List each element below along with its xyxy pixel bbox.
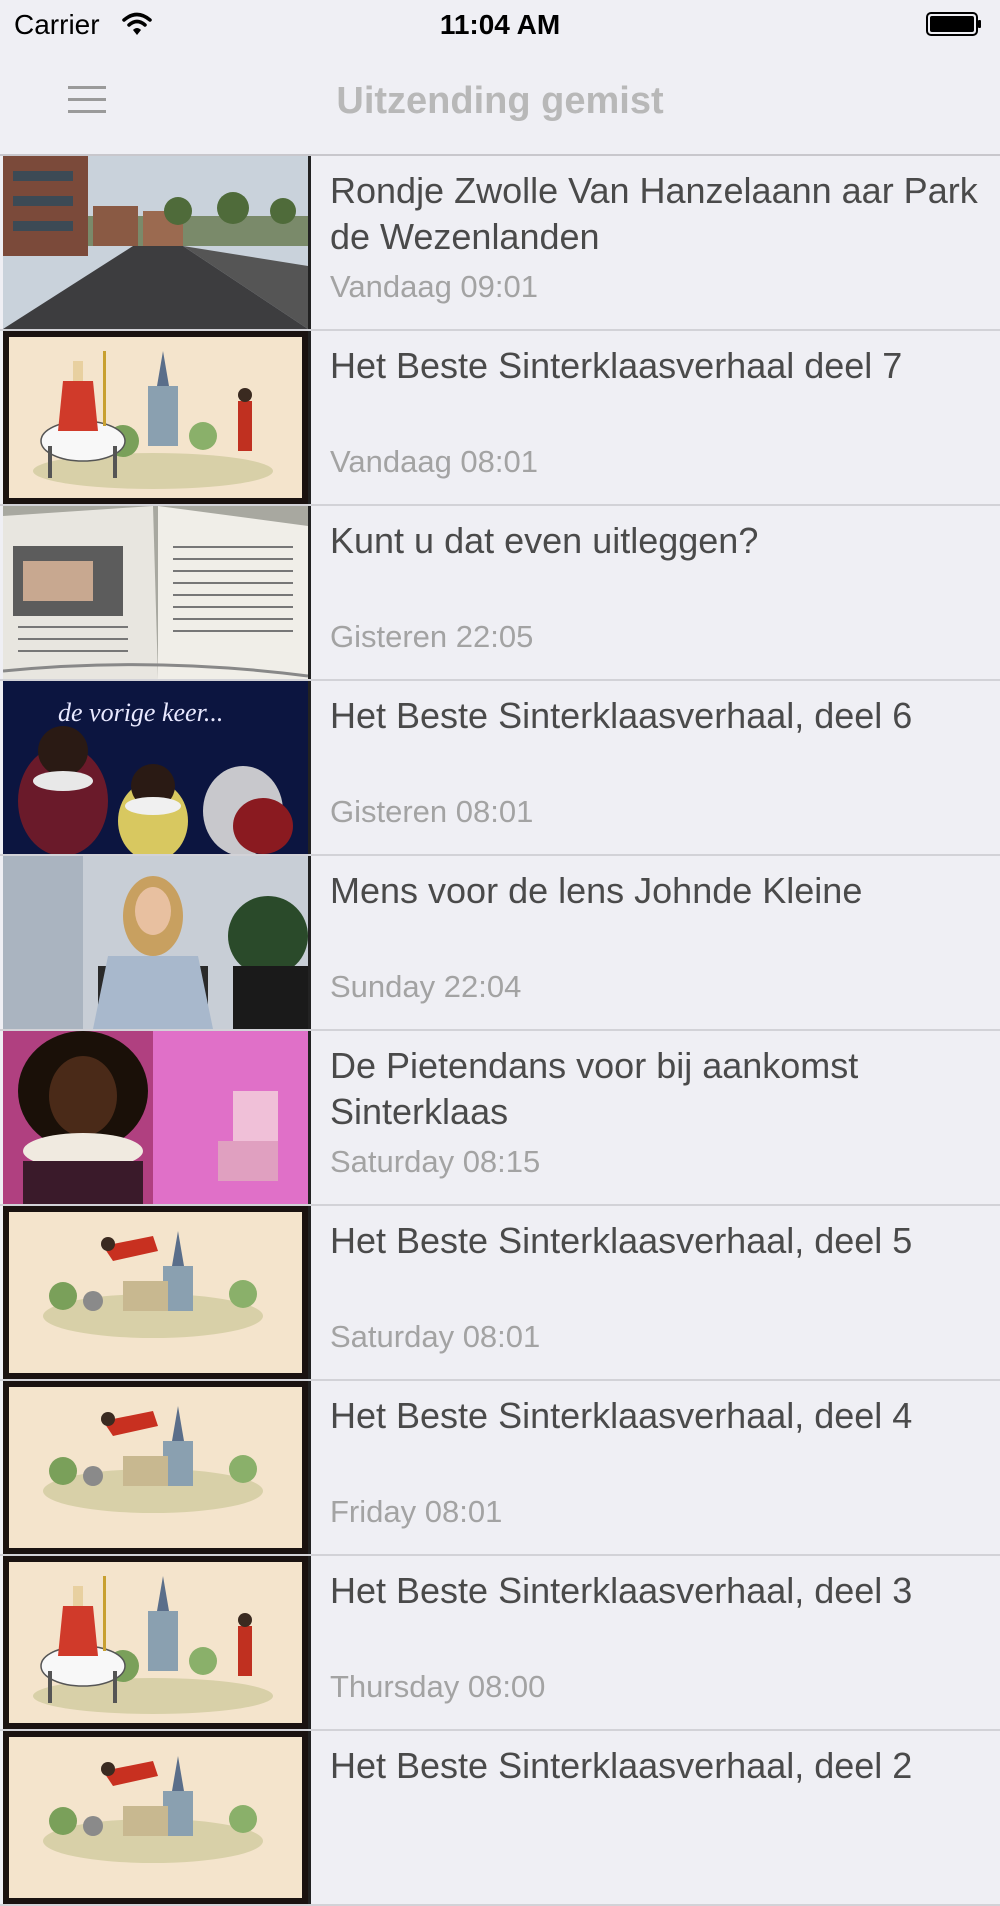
list-item[interactable]: Mens voor de lens Johnde Kleine Sunday 22… bbox=[0, 856, 1000, 1031]
list-item[interactable]: de vorige keer... Het Beste Sinterklaasv… bbox=[0, 681, 1000, 856]
thumbnail-image[interactable] bbox=[3, 1381, 311, 1554]
list-item[interactable]: De Pietendans voor bij aankomst Sinterkl… bbox=[0, 1031, 1000, 1206]
item-title: Het Beste Sinterklaasverhaal, deel 3 bbox=[330, 1570, 913, 1611]
item-title: Het Beste Sinterklaasverhaal, deel 2 bbox=[330, 1745, 913, 1786]
thumbnail-image[interactable] bbox=[3, 1556, 311, 1729]
thumbnail-image[interactable] bbox=[3, 1206, 311, 1379]
item-title: Het Beste Sinterklaasverhaal, deel 5 bbox=[330, 1220, 913, 1261]
thumbnail-image[interactable] bbox=[3, 506, 311, 679]
item-date: Saturday 08:15 bbox=[330, 1144, 541, 1179]
item-date: Sunday 22:04 bbox=[330, 969, 522, 1004]
list-item[interactable]: Het Beste Sinterklaasverhaal, deel 2 bbox=[0, 1731, 1000, 1906]
list-item[interactable]: Het Beste Sinterklaasverhaal, deel 4 Frid… bbox=[0, 1381, 1000, 1556]
item-date: Thursday 08:00 bbox=[330, 1669, 546, 1704]
battery-icon bbox=[926, 12, 981, 36]
item-date: Vandaag 09:01 bbox=[330, 269, 539, 304]
item-date: Friday 08:01 bbox=[330, 1494, 503, 1529]
item-date: Gisteren 22:05 bbox=[330, 619, 534, 654]
item-title: Kunt u dat even uitleggen? bbox=[330, 520, 759, 561]
thumbnail-image[interactable]: de vorige keer... bbox=[3, 681, 311, 854]
item-title: Het Beste Sinterklaasverhaal deel 7 bbox=[330, 345, 903, 386]
item-title: De Pietendans voor bij aankomst Sinterkl… bbox=[330, 1045, 859, 1132]
episode-list: Rondje Zwolle Van Hanzelaann aar Park de… bbox=[0, 156, 1000, 1906]
thumbnail-image[interactable] bbox=[3, 1731, 311, 1904]
thumbnail-image[interactable] bbox=[3, 856, 311, 1029]
clock: 11:04 AM bbox=[439, 9, 561, 40]
item-title: Het Beste Sinterklaasverhaal, deel 4 bbox=[330, 1395, 913, 1436]
item-title: Het Beste Sinterklaasverhaal, deel 6 bbox=[330, 695, 913, 736]
list-item[interactable]: Het Beste Sinterklaasverhaal, deel 5 Satu… bbox=[0, 1206, 1000, 1381]
page-title: Uitzending gemist bbox=[336, 80, 664, 122]
item-date: Saturday 08:01 bbox=[330, 1319, 541, 1354]
thumbnail-image[interactable] bbox=[3, 1031, 311, 1204]
list-item[interactable]: Kunt u dat even uitleggen? Gisteren 22:05 bbox=[0, 506, 1000, 681]
list-item[interactable]: Het Beste Sinterklaasverhaal deel 7 Vanda… bbox=[0, 331, 1000, 506]
item-date: Gisteren 08:01 bbox=[330, 794, 534, 829]
navigation-bar: Uitzending gemist bbox=[0, 50, 1000, 156]
item-title: Mens voor de lens Johnde Kleine bbox=[330, 870, 863, 911]
thumbnail-caption: de vorige keer... bbox=[58, 698, 223, 727]
thumbnail-image[interactable] bbox=[3, 156, 311, 329]
item-date: Vandaag 08:01 bbox=[330, 444, 539, 479]
item-title: Rondje Zwolle Van Hanzelaann aar Park de… bbox=[330, 170, 978, 257]
status-bar: Carrier 11:04 AM bbox=[0, 0, 1000, 50]
thumbnail-image[interactable] bbox=[3, 331, 311, 504]
list-item[interactable]: Het Beste Sinterklaasverhaal, deel 3 Thur… bbox=[0, 1556, 1000, 1731]
list-item[interactable]: Rondje Zwolle Van Hanzelaann aar Park de… bbox=[0, 156, 1000, 331]
